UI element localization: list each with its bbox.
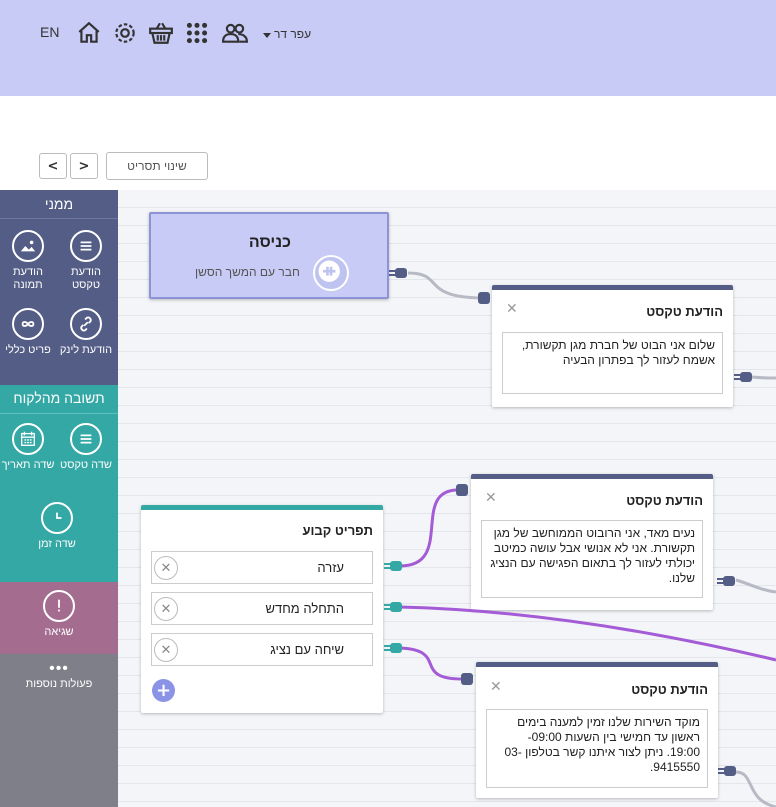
remove-icon[interactable]: ✕ xyxy=(154,556,178,580)
node-title: הודעת טקסט xyxy=(626,493,703,508)
clock-icon xyxy=(41,502,73,534)
option-label: שיחה עם נציג xyxy=(270,642,344,657)
tool-time-field[interactable]: שדה זמן xyxy=(29,502,85,551)
managed-section: ממני הודעת טקסט הודעת תמונה הודעת לינק פ… xyxy=(0,190,118,385)
tool-label: הודעת טקסט xyxy=(71,266,101,291)
home-icon[interactable] xyxy=(76,20,102,46)
node-text[interactable]: נעים מאד, אני הרובוט הממוחשב של מגן תקשו… xyxy=(481,520,703,598)
customer-response-section: תשובה מהלקוח שדה טקסט שדה תאריך שדה זמן xyxy=(0,385,118,582)
tool-label: הודעת תמונה xyxy=(13,266,43,291)
users-icon[interactable] xyxy=(221,20,249,46)
chevron-left-icon: < xyxy=(47,158,59,174)
tool-text-message[interactable]: הודעת טקסט xyxy=(58,230,114,292)
calendar-icon xyxy=(12,423,44,455)
chevron-right-icon: > xyxy=(78,158,90,174)
remove-icon[interactable]: ✕ xyxy=(154,597,178,621)
app-root: EN עפר דר < > שינוי תסריט ממני הודעת טקס… xyxy=(0,0,776,807)
tool-link-message[interactable]: הודעת לינק xyxy=(58,308,114,357)
change-script-button[interactable]: שינוי תסריט xyxy=(106,152,208,180)
top-header: EN עפר דר xyxy=(0,0,776,96)
fixed-menu-title: תפריט קבוע xyxy=(302,523,373,538)
tool-label: פעולות נוספות xyxy=(25,678,93,690)
node-text[interactable]: מוקד השירות שלנו זמין למענה בימים ראשון … xyxy=(486,709,708,788)
sidebar: ממני הודעת טקסט הודעת תמונה הודעת לינק פ… xyxy=(0,190,118,807)
add-option-button[interactable]: + xyxy=(152,679,175,702)
menu-option[interactable]: ✕ התחלה מחדש xyxy=(151,592,373,625)
tool-label: שגיאה xyxy=(44,626,74,638)
menu-option[interactable]: ✕ שיחה עם נציג xyxy=(151,633,373,666)
entry-node[interactable]: כניסה חבר עם המשך הסשן xyxy=(149,212,389,299)
node-text[interactable]: שלום אני הבוט של חברת מגן תקשורת, אשמח ל… xyxy=(502,332,723,394)
option-label: עזרה xyxy=(317,560,344,575)
tool-error[interactable]: שגיאה xyxy=(31,590,87,639)
link-icon xyxy=(70,308,102,340)
text-message-node[interactable]: הודעת טקסט ✕ מוקד השירות שלנו זמין למענה… xyxy=(476,662,718,798)
customer-response-title: תשובה מהלקוח xyxy=(13,390,105,406)
text-message-node[interactable]: הודעת טקסט ✕ נעים מאד, אני הרובוט הממוחש… xyxy=(471,474,713,610)
fixed-menu-node[interactable]: תפריט קבוע ✕ עזרה ✕ התחלה מחדש ✕ שיחה עם… xyxy=(141,505,383,713)
tool-text-field[interactable]: שדה טקסט xyxy=(58,423,114,472)
tool-image-message[interactable]: הודעת תמונה xyxy=(0,230,56,292)
node-title: הודעת טקסט xyxy=(631,682,708,697)
text-message-node[interactable]: הודעת טקסט ✕ שלום אני הבוט של חברת מגן ת… xyxy=(492,285,733,407)
image-icon xyxy=(12,230,44,262)
chevron-down-icon[interactable] xyxy=(263,33,271,38)
user-menu[interactable]: עפר דר xyxy=(274,27,311,41)
tool-general-item[interactable]: פריט כללי xyxy=(0,308,56,357)
text-lines-icon xyxy=(70,230,102,262)
text-lines-icon xyxy=(70,423,102,455)
infinity-icon xyxy=(12,308,44,340)
dots-icon: ••• xyxy=(49,660,69,677)
close-icon[interactable]: ✕ xyxy=(490,679,502,695)
entry-subtitle: חבר עם המשך הסשן xyxy=(195,265,300,279)
next-button[interactable]: > xyxy=(70,153,98,179)
close-icon[interactable]: ✕ xyxy=(506,301,518,317)
apps-grid-icon[interactable] xyxy=(184,20,210,46)
remove-icon[interactable]: ✕ xyxy=(154,638,178,662)
tool-date-field[interactable]: שדה תאריך xyxy=(0,423,56,472)
error-section: שגיאה xyxy=(0,582,118,654)
tool-more-actions[interactable]: ••• פעולות נוספות xyxy=(14,660,104,691)
option-label: התחלה מחדש xyxy=(265,601,344,616)
prev-button[interactable]: < xyxy=(39,153,67,179)
close-icon[interactable]: ✕ xyxy=(485,490,497,506)
menu-option[interactable]: ✕ עזרה xyxy=(151,551,373,584)
exclamation-icon xyxy=(43,590,75,622)
more-section: ••• פעולות נוספות xyxy=(0,654,118,807)
tool-label: שדה תאריך xyxy=(1,459,55,471)
entry-title: כניסה xyxy=(248,234,291,251)
node-title: הודעת טקסט xyxy=(646,304,723,319)
basket-icon[interactable] xyxy=(148,20,174,46)
tool-label: שדה זמן xyxy=(38,538,76,550)
managed-title: ממני xyxy=(44,196,74,212)
tool-label: הודעת לינק xyxy=(59,344,113,356)
plug-icon[interactable] xyxy=(313,255,349,291)
gear-icon[interactable] xyxy=(112,20,138,46)
language-switch[interactable]: EN xyxy=(40,24,59,40)
tool-label: שדה טקסט xyxy=(60,459,112,471)
tool-label: פריט כללי xyxy=(5,344,51,356)
